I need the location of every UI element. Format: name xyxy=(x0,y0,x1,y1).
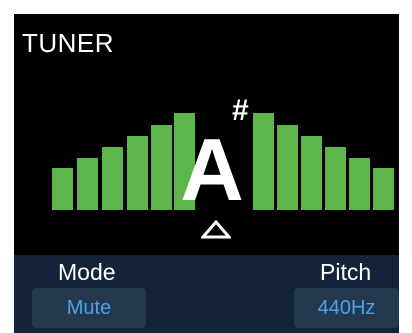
sharp-sign: # xyxy=(232,94,249,127)
meter-bar-left-3 xyxy=(127,136,148,210)
tuner-device: TUNER A # Mode Pitch Mute 440Hz xyxy=(0,0,412,333)
note-name: A xyxy=(180,120,244,219)
controls-panel: Mode Pitch Mute 440Hz xyxy=(14,255,399,333)
meter-bar-left-4 xyxy=(102,147,123,210)
meter-bar-right-4 xyxy=(325,147,346,210)
meter-bar-right-2 xyxy=(277,125,298,210)
meter-bar-right-5 xyxy=(349,158,370,210)
tuner-screen: TUNER A # Mode Pitch Mute 440Hz xyxy=(14,14,399,333)
meter-bar-right-1 xyxy=(253,113,274,210)
tuning-meter: A # xyxy=(14,14,399,254)
pitch-label: Pitch xyxy=(320,259,372,285)
meter-bar-left-5 xyxy=(77,158,98,210)
mode-button[interactable]: Mute xyxy=(32,288,146,328)
pitch-button[interactable]: 440Hz xyxy=(294,288,399,328)
meter-bar-left-6 xyxy=(52,168,73,210)
meter-bar-left-2 xyxy=(151,125,172,210)
meter-bar-right-3 xyxy=(301,136,322,210)
meter-bar-right-6 xyxy=(373,168,394,210)
mode-label: Mode xyxy=(58,259,116,285)
triangle-up-icon xyxy=(201,220,231,239)
